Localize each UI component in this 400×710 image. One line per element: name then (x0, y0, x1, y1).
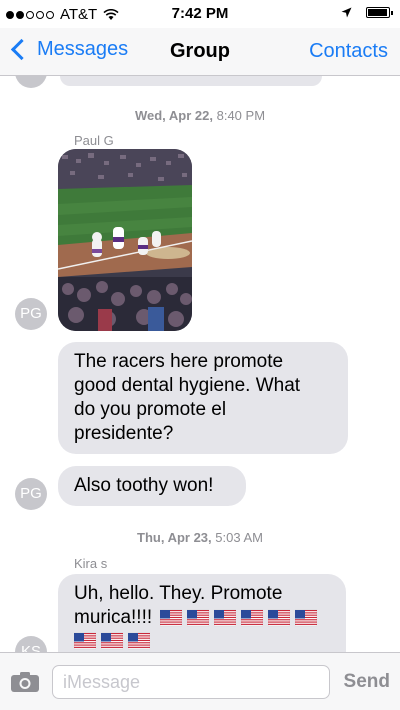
message-bubble[interactable]: The racers here promote good dental hygi… (58, 342, 348, 454)
timestamp-time: 5:03 AM (215, 530, 263, 545)
flag-emoji-row (160, 609, 322, 627)
location-arrow-icon (341, 7, 352, 18)
avatar[interactable]: KS (15, 636, 47, 652)
message-bubble[interactable] (60, 76, 322, 86)
imessage-input[interactable] (52, 665, 330, 699)
avatar[interactable]: PG (15, 298, 47, 330)
message-text-line: good dental hygiene. What (74, 375, 301, 396)
us-flag-emoji-icon (74, 632, 96, 650)
contacts-button[interactable]: Contacts (309, 40, 388, 63)
us-flag-emoji-icon (101, 632, 123, 650)
us-flag-emoji-icon (214, 609, 237, 627)
message-bubble[interactable]: Uh, hello. They. Promote murica!!!! (58, 574, 346, 652)
flag-emoji-row (74, 632, 330, 650)
stadium-photo (58, 149, 192, 331)
timestamp-day: Thu, Apr 23, (137, 530, 212, 545)
timestamp: Wed, Apr 22, 8:40 PM (0, 108, 400, 123)
message-thread[interactable]: Wed, Apr 22, 8:40 PM Paul G PG The racer… (0, 76, 400, 652)
message-bubble[interactable]: Also toothy won! (58, 466, 246, 506)
message-text-line-with-flags: murica!!!! (74, 606, 330, 630)
camera-icon[interactable] (10, 671, 40, 693)
navigation-bar: Messages Group Contacts (0, 28, 400, 76)
status-time: 7:42 PM (171, 5, 229, 22)
message-text-line: murica!!!! (74, 607, 153, 628)
timestamp: Thu, Apr 23, 5:03 AM (0, 530, 400, 545)
us-flag-emoji-icon (295, 609, 318, 627)
status-right (341, 7, 393, 18)
photo-message[interactable] (58, 149, 192, 331)
us-flag-emoji-icon (241, 609, 264, 627)
battery-level (368, 9, 387, 16)
message-text-line: do you promote el (74, 399, 227, 420)
sender-name: Paul G (74, 133, 114, 148)
avatar[interactable]: PG (15, 478, 47, 510)
timestamp-day: Wed, Apr 22, (134, 108, 213, 123)
sender-name: Kira s (74, 556, 108, 571)
avatar (15, 76, 47, 88)
message-text-line: presidente? (74, 423, 174, 444)
us-flag-emoji-icon (128, 632, 150, 650)
status-bar: AT&T 7:42 PM (0, 0, 400, 28)
send-button[interactable]: Send (344, 671, 390, 693)
timestamp-time: 8:40 PM (216, 108, 266, 123)
us-flag-emoji-icon (268, 609, 291, 627)
battery-icon (366, 7, 393, 18)
message-text-line: The racers here promote (74, 351, 284, 372)
message-text-line: Uh, hello. They. Promote (74, 583, 283, 604)
us-flag-emoji-icon (187, 609, 210, 627)
message-input-bar: Send (0, 652, 400, 710)
us-flag-emoji-icon (160, 609, 183, 627)
message-text: Also toothy won! (74, 475, 214, 496)
